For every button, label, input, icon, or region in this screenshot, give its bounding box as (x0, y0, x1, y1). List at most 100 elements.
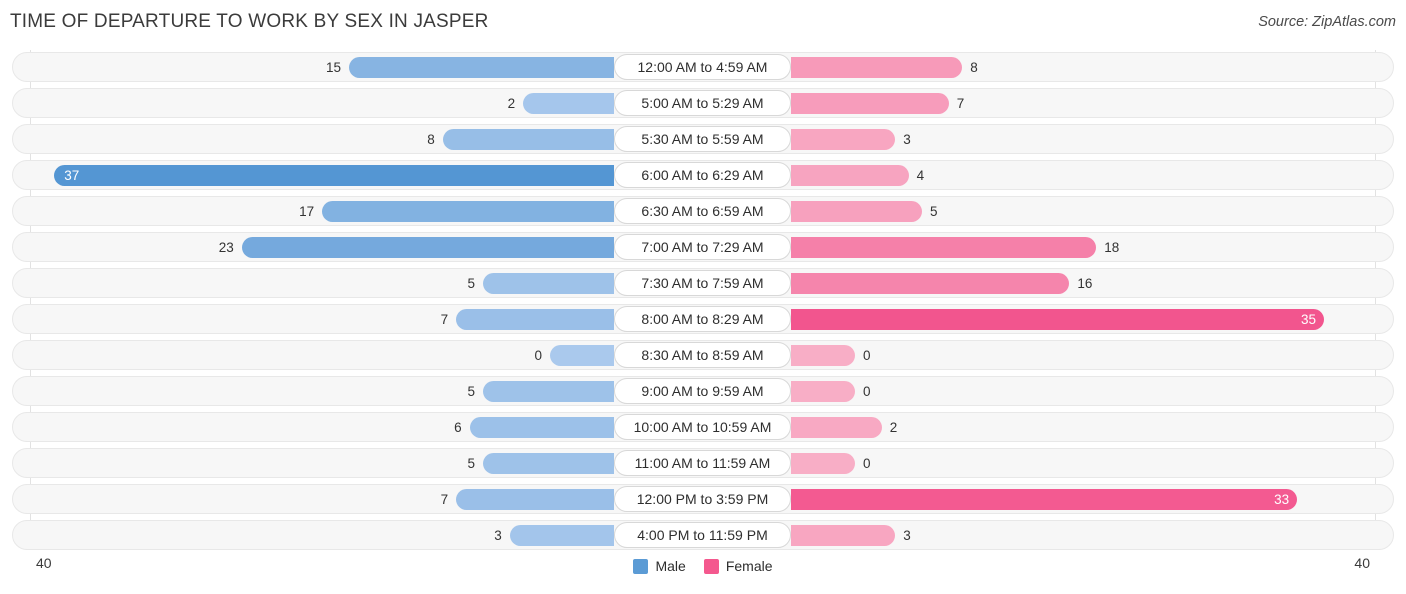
legend-swatch-female-icon (703, 558, 719, 574)
bar-male[interactable] (456, 489, 614, 510)
plot-area: 15 8 12:00 AM to 4:59 AM 2 7 5:00 AM to 5:29 … (0, 50, 1406, 571)
bar-value-female: 8 (970, 60, 978, 75)
bar-male[interactable] (241, 237, 614, 258)
category-pill: 4:00 PM to 11:59 PM (614, 522, 791, 548)
legend-label-male: Male (655, 558, 686, 574)
category-label: 12:00 AM to 4:59 AM (637, 59, 768, 75)
category-label: 12:00 PM to 3:59 PM (636, 491, 769, 507)
page-title: TIME OF DEPARTURE TO WORK BY SEX IN JASP… (10, 11, 489, 32)
category-pill: 9:00 AM to 9:59 AM (614, 378, 791, 404)
bar-value-male: 15 (325, 60, 341, 75)
category-label: 7:00 AM to 7:29 AM (641, 239, 764, 255)
bar-male[interactable] (523, 93, 614, 114)
category-pill: 5:00 AM to 5:29 AM (614, 90, 791, 116)
bar-rows: 15 8 12:00 AM to 4:59 AM 2 7 5:00 AM to 5:29 … (0, 50, 1406, 554)
bar-value-male: 17 (299, 204, 315, 219)
bar-value-female: 4 (916, 168, 925, 183)
chart-row: 5 0 11:00 AM to 11:59 AM (0, 446, 1406, 482)
chart-row: 15 8 12:00 AM to 4:59 AM (0, 50, 1406, 86)
bar-female[interactable] (791, 165, 909, 186)
bar-female[interactable] (791, 201, 922, 222)
bar-female[interactable] (791, 417, 882, 438)
category-pill: 12:00 AM to 4:59 AM (614, 54, 791, 80)
bar-female[interactable] (791, 489, 1298, 510)
category-label: 7:30 AM to 7:59 AM (641, 275, 764, 291)
category-label: 8:30 AM to 8:59 AM (641, 347, 764, 363)
bar-value-male: 6 (454, 420, 462, 435)
source-attribution: Source: ZipAtlas.com (1258, 14, 1396, 30)
bar-value-female: 18 (1104, 240, 1120, 255)
bar-male[interactable] (456, 309, 614, 330)
bar-female[interactable] (791, 525, 896, 546)
bar-female[interactable] (791, 273, 1070, 294)
bar-value-female: 3 (903, 528, 911, 543)
bar-female[interactable] (791, 453, 855, 474)
bar-value-female: 0 (863, 384, 871, 399)
bar-male[interactable] (469, 417, 614, 438)
bar-female[interactable] (791, 381, 855, 402)
bar-male[interactable] (483, 381, 614, 402)
bar-value-female: 16 (1077, 276, 1093, 291)
category-label: 6:00 AM to 6:29 AM (641, 167, 764, 183)
bar-value-male: 3 (494, 528, 502, 543)
chart-row: 5 16 7:30 AM to 7:59 AM (0, 266, 1406, 302)
bar-value-female: 0 (863, 348, 871, 363)
bar-female[interactable] (791, 345, 855, 366)
chart-row: 5 0 9:00 AM to 9:59 AM (0, 374, 1406, 410)
bar-value-male: 23 (218, 240, 234, 255)
bar-value-male: 2 (507, 96, 516, 111)
chart-container: TIME OF DEPARTURE TO WORK BY SEX IN JASP… (0, 0, 1406, 594)
bar-value-male: 5 (467, 456, 475, 471)
bar-male[interactable] (550, 345, 614, 366)
bar-male[interactable] (349, 57, 614, 78)
category-pill: 10:00 AM to 10:59 AM (614, 414, 791, 440)
category-pill: 7:00 AM to 7:29 AM (614, 234, 791, 260)
bar-value-male: 0 (534, 348, 542, 363)
chart-row: 3 3 4:00 PM to 11:59 PM (0, 518, 1406, 554)
category-pill: 8:00 AM to 8:29 AM (614, 306, 791, 332)
category-pill: 8:30 AM to 8:59 AM (614, 342, 791, 368)
chart-header: TIME OF DEPARTURE TO WORK BY SEX IN JASP… (0, 8, 1406, 44)
bar-value-female: 0 (863, 456, 871, 471)
bar-value-female: 35 (1300, 312, 1316, 327)
bar-male[interactable] (509, 525, 614, 546)
chart-row: 8 3 5:30 AM to 5:59 AM (0, 122, 1406, 158)
category-pill: 6:30 AM to 6:59 AM (614, 198, 791, 224)
category-label: 4:00 PM to 11:59 PM (637, 527, 768, 543)
bar-female[interactable] (791, 129, 896, 150)
chart-row: 6 2 10:00 AM to 10:59 AM (0, 410, 1406, 446)
legend-item-male[interactable]: Male (633, 558, 686, 574)
chart-row: 7 35 8:00 AM to 8:29 AM (0, 302, 1406, 338)
category-pill: 7:30 AM to 7:59 AM (614, 270, 791, 296)
bar-value-male: 37 (64, 168, 80, 183)
chart-row: 23 18 7:00 AM to 7:29 AM (0, 230, 1406, 266)
bar-male[interactable] (483, 453, 614, 474)
legend-label-female: Female (725, 558, 773, 574)
bar-female[interactable] (791, 57, 963, 78)
bar-female[interactable] (791, 309, 1324, 330)
bar-value-male: 7 (440, 312, 449, 327)
bar-value-male: 5 (467, 276, 475, 291)
bar-male[interactable] (442, 129, 614, 150)
bar-value-female: 5 (930, 204, 938, 219)
chart-row: 17 5 6:30 AM to 6:59 AM (0, 194, 1406, 230)
bar-value-male: 7 (440, 492, 449, 507)
bar-value-female: 7 (956, 96, 965, 111)
bar-female[interactable] (791, 93, 949, 114)
chart-legend: Male Female (0, 558, 1406, 574)
category-label: 6:30 AM to 6:59 AM (641, 203, 764, 219)
category-label: 10:00 AM to 10:59 AM (633, 419, 772, 435)
bar-value-female: 2 (889, 420, 898, 435)
bar-male[interactable] (483, 273, 614, 294)
bar-value-male: 5 (467, 384, 475, 399)
bar-value-female: 3 (903, 132, 911, 147)
legend-item-female[interactable]: Female (703, 558, 773, 574)
bar-male[interactable] (54, 165, 614, 186)
category-label: 9:00 AM to 9:59 AM (641, 383, 764, 399)
category-label: 5:00 AM to 5:29 AM (641, 95, 764, 111)
chart-row: 37 4 6:00 AM to 6:29 AM (0, 158, 1406, 194)
chart-row: 2 7 5:00 AM to 5:29 AM (0, 86, 1406, 122)
category-pill: 6:00 AM to 6:29 AM (614, 162, 791, 188)
bar-male[interactable] (322, 201, 614, 222)
bar-female[interactable] (791, 237, 1097, 258)
